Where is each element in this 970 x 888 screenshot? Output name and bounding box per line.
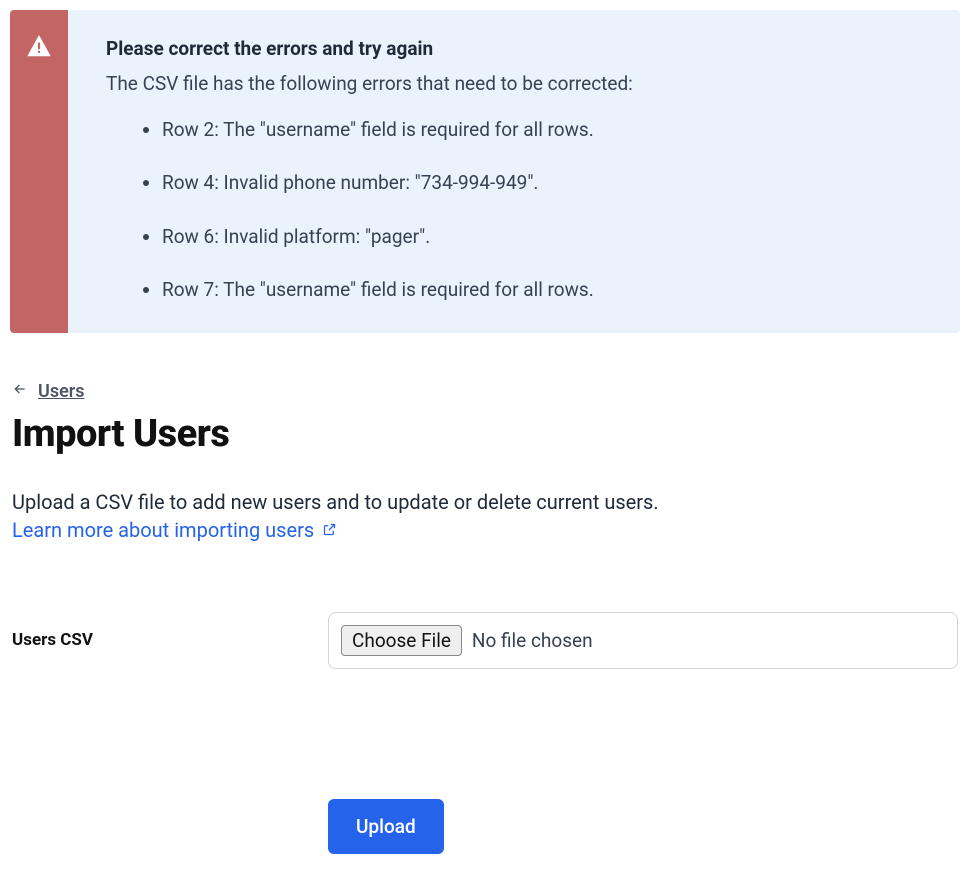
alert-error-item: Row 2: The "username" field is required … — [162, 115, 633, 144]
learn-more-link[interactable]: Learn more about importing users — [12, 518, 337, 542]
page-description: Upload a CSV file to add new users and t… — [12, 486, 958, 518]
external-link-icon — [322, 518, 337, 542]
submit-row: Upload — [12, 799, 958, 854]
warning-icon — [26, 34, 52, 64]
breadcrumb-users-link[interactable]: Users — [38, 381, 85, 402]
file-input[interactable]: Choose File No file chosen — [328, 612, 958, 669]
arrow-left-icon[interactable] — [12, 381, 28, 402]
form-row-csv: Users CSV Choose File No file chosen — [12, 612, 958, 669]
alert-error-item: Row 7: The "username" field is required … — [162, 275, 633, 304]
alert-error-item: Row 6: Invalid platform: "pager". — [162, 222, 633, 251]
choose-file-button[interactable]: Choose File — [341, 625, 462, 656]
alert-stripe — [10, 10, 68, 333]
alert-error-item: Row 4: Invalid phone number: "734-994-94… — [162, 168, 633, 197]
file-status-text: No file chosen — [472, 629, 593, 652]
alert-error-list: Row 2: The "username" field is required … — [106, 115, 633, 305]
csv-field-label: Users CSV — [12, 612, 328, 650]
upload-button[interactable]: Upload — [328, 799, 444, 854]
breadcrumb: Users — [12, 381, 958, 402]
alert-subtitle: The CSV file has the following errors th… — [106, 69, 633, 98]
alert-content: Please correct the errors and try again … — [68, 10, 663, 333]
alert-title: Please correct the errors and try again — [106, 34, 633, 63]
error-alert: Please correct the errors and try again … — [10, 10, 960, 333]
learn-more-label: Learn more about importing users — [12, 518, 314, 542]
page-title: Import Users — [12, 412, 958, 456]
page-body: Users Import Users Upload a CSV file to … — [10, 381, 960, 854]
